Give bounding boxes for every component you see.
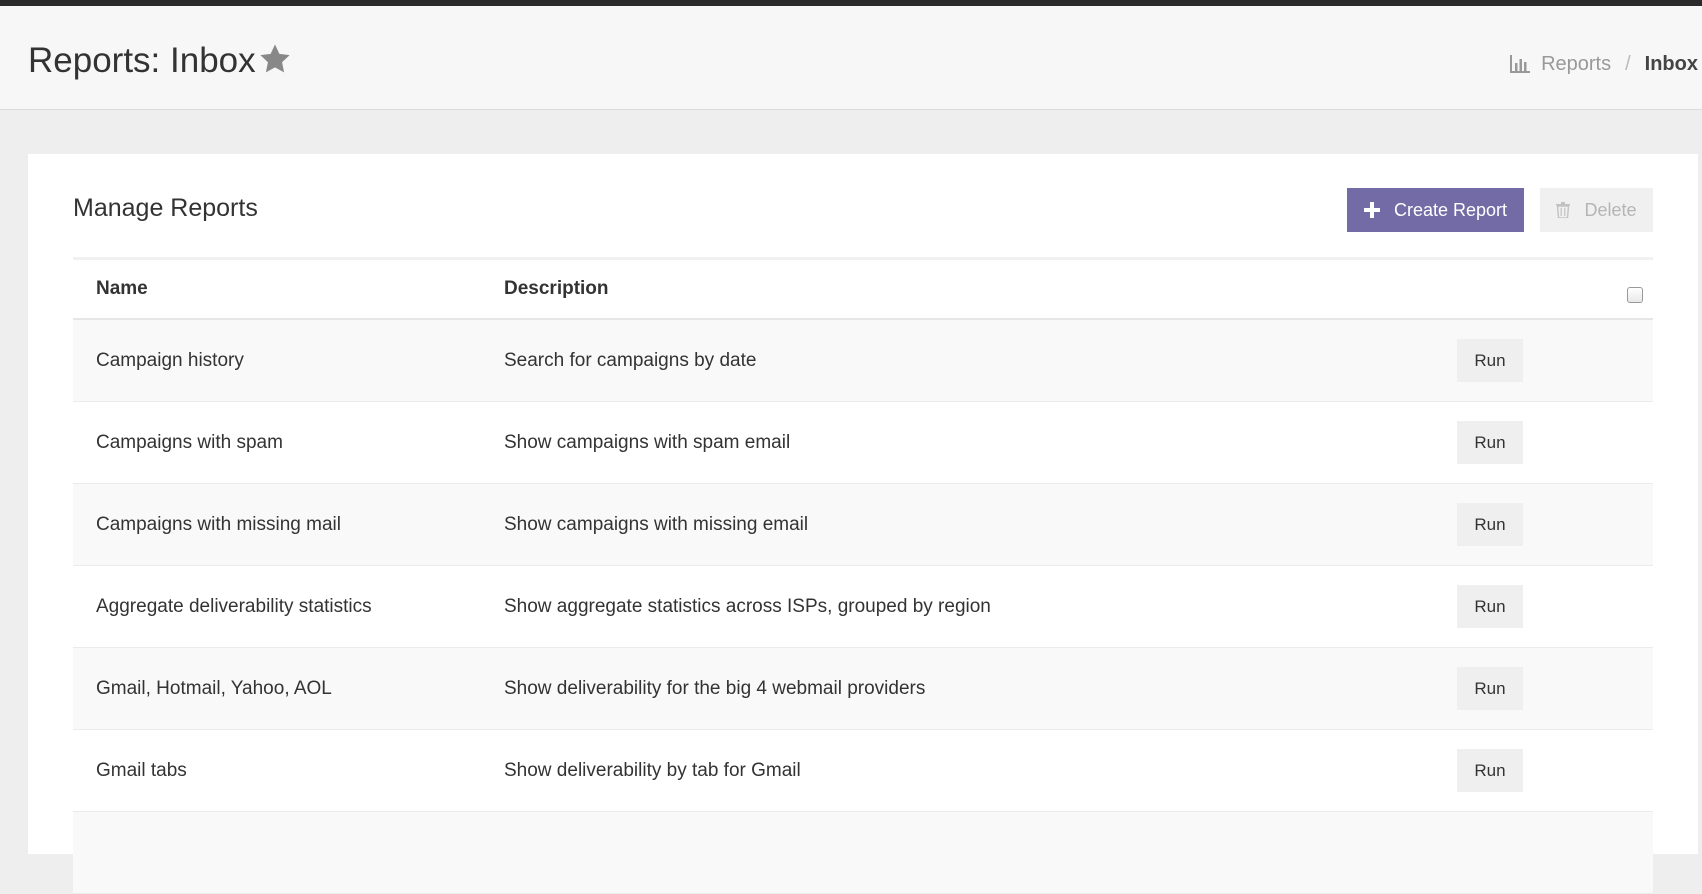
plus-icon bbox=[1363, 202, 1380, 218]
table-row: Campaigns with missing mail Show campaig… bbox=[73, 484, 1653, 566]
create-report-label: Create Report bbox=[1393, 199, 1508, 220]
report-description: Show campaigns with missing email bbox=[504, 514, 809, 535]
bar-chart-icon bbox=[1510, 55, 1531, 73]
breadcrumb-current: Inbox bbox=[1644, 53, 1698, 75]
page-header: Reports: Inbox Reports / Inbox bbox=[0, 6, 1702, 110]
page-title: Reports: Inbox bbox=[28, 41, 256, 80]
run-button[interactable]: Run bbox=[1457, 667, 1523, 710]
reports-table: Name Description Campaign history Search… bbox=[73, 257, 1653, 894]
report-name: Campaign history bbox=[96, 350, 244, 371]
report-description: Show campaigns with spam email bbox=[504, 432, 791, 453]
run-button[interactable]: Run bbox=[1457, 585, 1523, 628]
delete-button[interactable]: Delete bbox=[1540, 188, 1653, 232]
report-description: Show deliverability by tab for Gmail bbox=[504, 760, 801, 781]
run-button[interactable]: Run bbox=[1457, 421, 1523, 464]
report-description: Show deliverability for the big 4 webmai… bbox=[504, 678, 926, 699]
report-name: Gmail, Hotmail, Yahoo, AOL bbox=[96, 678, 332, 699]
column-header-name[interactable]: Name bbox=[96, 260, 148, 318]
report-description: Show aggregate statistics across ISPs, g… bbox=[504, 596, 991, 617]
create-report-button[interactable]: Create Report bbox=[1347, 188, 1524, 232]
report-name: Campaigns with spam bbox=[96, 432, 283, 453]
select-all-checkbox[interactable] bbox=[1627, 287, 1643, 303]
table-row: Gmail tabs Show deliverability by tab fo… bbox=[73, 730, 1653, 812]
run-button[interactable]: Run bbox=[1457, 503, 1523, 546]
table-row-partial bbox=[73, 812, 1653, 894]
report-name: Gmail tabs bbox=[96, 760, 187, 781]
panel-title: Manage Reports bbox=[73, 194, 258, 222]
run-button[interactable]: Run bbox=[1457, 339, 1523, 382]
trash-icon bbox=[1556, 202, 1571, 218]
star-icon[interactable] bbox=[258, 42, 292, 76]
column-header-description[interactable]: Description bbox=[504, 260, 609, 318]
report-name: Campaigns with missing mail bbox=[96, 514, 341, 535]
breadcrumb: Reports / Inbox bbox=[1509, 50, 1698, 78]
breadcrumb-separator: / bbox=[1625, 53, 1631, 75]
table-header: Name Description bbox=[73, 257, 1653, 320]
run-button[interactable]: Run bbox=[1457, 749, 1523, 792]
delete-label: Delete bbox=[1584, 199, 1637, 220]
report-name: Aggregate deliverability statistics bbox=[96, 596, 372, 617]
table-row: Campaign history Search for campaigns by… bbox=[73, 320, 1653, 402]
table-row: Aggregate deliverability statistics Show… bbox=[73, 566, 1653, 648]
breadcrumb-reports-link[interactable]: Reports bbox=[1541, 50, 1611, 78]
report-description: Search for campaigns by date bbox=[504, 350, 757, 371]
table-row: Campaigns with spam Show campaigns with … bbox=[73, 402, 1653, 484]
table-row: Gmail, Hotmail, Yahoo, AOL Show delivera… bbox=[73, 648, 1653, 730]
manage-reports-panel: Manage Reports Create Report Delete Name… bbox=[28, 154, 1698, 894]
